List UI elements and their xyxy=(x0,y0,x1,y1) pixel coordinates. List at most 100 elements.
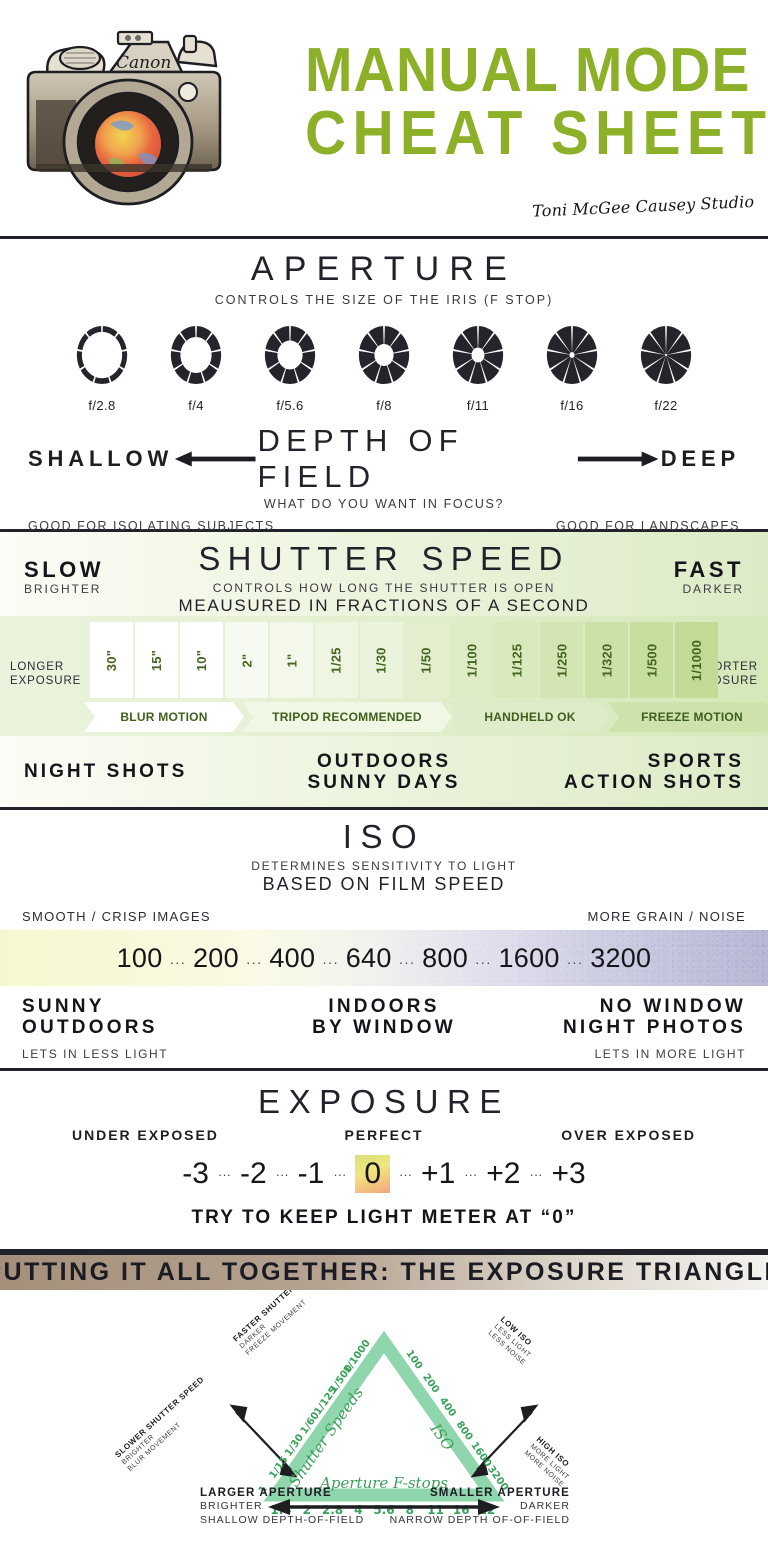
aperture-stop-f-16: f/16 xyxy=(543,323,601,413)
dof-deep-label: DEEP xyxy=(660,446,740,471)
triangle-footer-right-1: SMALLER APERTURE xyxy=(429,1487,570,1499)
shutter-speed-value: 10" xyxy=(194,649,209,671)
iris-icon xyxy=(76,326,128,384)
shutter-speed-cell: 1/250 xyxy=(540,622,583,698)
shutter-speed-cell: 30" xyxy=(90,622,133,698)
dof-shallow-label: SHALLOW xyxy=(28,446,174,471)
iris-icon xyxy=(264,326,316,384)
shutter-speed-cell: 15" xyxy=(135,622,178,698)
iris-icon xyxy=(170,326,222,384)
iris-icon xyxy=(452,326,504,384)
iris-stop-label: f/8 xyxy=(376,398,392,413)
shutter-speed-value: 1/25 xyxy=(329,646,344,674)
studio-signature: Toni McGee Causey Studio xyxy=(531,192,755,221)
page-title-line1: MANUAL MODE xyxy=(305,36,751,105)
exposure-stop-highlighted: 0 xyxy=(355,1155,391,1193)
shutter-speed-value: 2" xyxy=(238,653,254,667)
triangle-corner-bottom-left: SLOWER SHUTTER SPEEDBRIGHTERBLUR MOVEMEN… xyxy=(113,1375,206,1473)
iso-title: ISO xyxy=(342,818,426,855)
triangle-footer: LARGER APERTURE BRIGHTER SHALLOW DEPTH-O… xyxy=(0,1486,768,1530)
shutter-speed-value: 1/50 xyxy=(419,646,434,674)
shutter-longer-exposure: LONGER EXPOSURE xyxy=(10,661,82,688)
shutter-speed-value: 1" xyxy=(283,653,299,667)
camera-brand-text: Canon xyxy=(116,53,171,73)
arrow-left-icon xyxy=(174,451,256,467)
triangle-footer-right-2: DARKER xyxy=(519,1500,570,1513)
iso-value: 640 xyxy=(345,942,392,973)
iso-edge-right: MORE GRAIN / NOISE xyxy=(587,909,746,924)
exposure-separator: ··· xyxy=(464,1166,478,1182)
camera-illustration: Canon xyxy=(26,30,222,206)
exposure-stop: -3 xyxy=(182,1157,209,1190)
shutter-fast-group: FAST DARKER xyxy=(674,557,744,596)
iso-separator: ··· xyxy=(322,953,339,970)
aperture-stop-f-8: f/8 xyxy=(355,323,413,413)
iso-edge-labels: SMOOTH / CRISP IMAGES MORE GRAIN / NOISE xyxy=(0,895,768,924)
triangle-iso-values: 10020040080016003200 xyxy=(403,1348,510,1493)
iso-separator: ··· xyxy=(475,953,492,970)
aperture-stop-f-5.6: f/5.6 xyxy=(261,323,319,413)
iris-icon xyxy=(358,326,410,384)
shutter-speed-value: 1/500 xyxy=(644,643,659,677)
iso-footer-right: NO WINDOW NIGHT PHOTOS LETS IN MORE LIGH… xyxy=(563,996,746,1061)
exposure-stop: +2 xyxy=(486,1157,521,1190)
shutter-speed-value: 1/320 xyxy=(599,643,614,677)
shutter-speed-cell: 1" xyxy=(270,622,313,698)
exposure-note: TRY TO KEEP LIGHT METER AT “0” xyxy=(191,1207,577,1228)
shutter-speed-value: 30" xyxy=(104,649,119,671)
dof-question: WHAT DO YOU WANT IN FOCUS? xyxy=(263,497,505,511)
shutter-speed-value: 1/125 xyxy=(509,643,524,677)
shutter-advice-band: BLUR MOTION xyxy=(84,702,244,732)
iris-stop-label: f/11 xyxy=(466,398,490,413)
triangle-label: FASTER SHUTTER SPEED xyxy=(231,1290,321,1343)
iso-subtitle-1: DETERMINES SENSITIVITY TO LIGHT xyxy=(251,859,517,873)
exposure-separator: ··· xyxy=(275,1166,289,1182)
triangle-footer-left: LARGER APERTURE BRIGHTER SHALLOW DEPTH-O… xyxy=(200,1486,364,1527)
exposure-separator: ··· xyxy=(399,1166,413,1182)
shutter-slow-group: SLOW BRIGHTER xyxy=(24,557,104,596)
shutter-speed-value: 1/250 xyxy=(554,643,569,677)
triangle-banner-text: PUTTING IT ALL TOGETHER: THE EXPOSURE TR… xyxy=(0,1258,768,1286)
shutter-scale-band: LONGER EXPOSURE SHORTER EXPOSURE 30" 15" 10"… xyxy=(0,616,768,736)
shutter-advice-band: HANDHELD OK xyxy=(450,702,610,732)
aperture-title: APERTURE xyxy=(250,250,518,288)
iris-icon xyxy=(640,326,692,384)
shutter-speed-cell: 1/125 xyxy=(495,622,538,698)
section-shutter-speed: SHUTTER SPEED CONTROLS HOW LONG THE SHUT… xyxy=(0,532,768,807)
iso-separator: ··· xyxy=(398,953,416,970)
iso-edge-left: SMOOTH / CRISP IMAGES xyxy=(22,909,211,924)
shutter-slow-label: SLOW xyxy=(24,557,105,582)
iso-value: 200 xyxy=(193,942,239,973)
aperture-stop-f-22: f/22 xyxy=(637,323,695,413)
cheat-sheet-page: Canon MANUAL MODE CHEAT SHEET Toni McGee… xyxy=(0,0,768,1545)
triangle-corner-top-right: LOW ISOLESS LIGHTLESS NOISE xyxy=(487,1315,534,1367)
iso-footer: SUNNY OUTDOORS LETS IN LESS LIGHT INDOOR… xyxy=(0,986,768,1072)
iris-icon xyxy=(546,326,598,384)
aperture-right-small: GOOD FOR LANDSCAPES xyxy=(555,519,740,533)
shutter-subtitle-1: CONTROLS HOW LONG THE SHUTTER IS OPEN xyxy=(212,581,556,595)
iso-value: 3200 xyxy=(590,942,652,973)
shutter-speed-cell: 1/500 xyxy=(630,622,673,698)
iso-footer-left-tiny: LETS IN LESS LIGHT xyxy=(22,1046,169,1061)
triangle-footer-right: SMALLER APERTURE DARKER NARROW DEPTH OF-… xyxy=(390,1486,570,1527)
iso-subtitle-2: BASED ON FILM SPEED xyxy=(262,874,506,894)
shutter-footer-right: SPORTS ACTION SHOTS xyxy=(564,751,744,794)
aperture-stop-f-2.8: f/2.8 xyxy=(73,323,131,413)
shutter-speed-cell: 2" xyxy=(225,622,268,698)
section-exposure: EXPOSURE UNDER EXPOSED PERFECT OVER EXPO… xyxy=(0,1071,768,1249)
shutter-speed-value: 1/100 xyxy=(464,643,479,677)
iris-stop-label: f/16 xyxy=(560,398,584,413)
iso-value: 800 xyxy=(422,942,468,973)
shutter-footer: NIGHT SHOTS OUTDOORS SUNNY DAYS SPORTS A… xyxy=(0,742,768,802)
shutter-speed-cell: 10" xyxy=(180,622,223,698)
triangle-shutter-values: 1/10001/5001/1251/601/301/151 xyxy=(257,1338,373,1496)
title-block: MANUAL MODE CHEAT SHEET xyxy=(305,36,766,164)
arrow-right-icon xyxy=(578,451,659,467)
iso-value: 400 xyxy=(269,942,316,973)
iso-value: 1600 xyxy=(498,942,560,973)
exposure-stop: +1 xyxy=(421,1157,456,1190)
shutter-advice-band: TRIPOD RECOMMENDED xyxy=(242,702,452,732)
iso-footer-right-1: NO WINDOW xyxy=(599,996,746,1017)
iso-footer-right-tiny: LETS IN MORE LIGHT xyxy=(594,1046,746,1061)
exposure-stop: -2 xyxy=(239,1157,267,1190)
